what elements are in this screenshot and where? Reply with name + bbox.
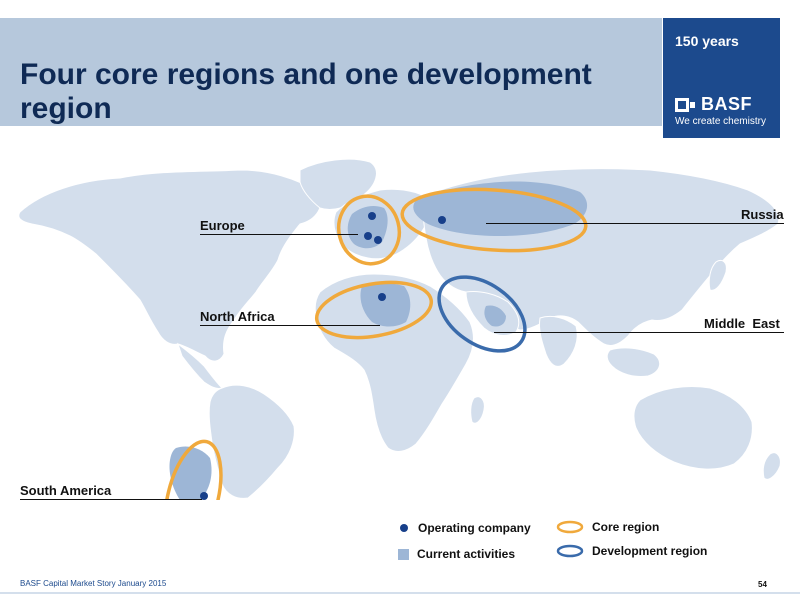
logo-mark-icon bbox=[675, 97, 695, 112]
label-middle-east: Middle East bbox=[704, 316, 780, 331]
india-landmass bbox=[539, 315, 578, 367]
operating-company-dot bbox=[378, 293, 386, 301]
north-america-landmass bbox=[18, 169, 322, 362]
dot-icon bbox=[400, 524, 408, 532]
world-map bbox=[18, 158, 781, 500]
operating-company-dot bbox=[368, 212, 376, 220]
shaded-square-icon bbox=[398, 548, 409, 560]
brand-tagline: We create chemistry bbox=[675, 116, 766, 127]
leader-line-middle-east bbox=[494, 332, 784, 333]
operating-company-dot bbox=[438, 216, 446, 224]
madagascar-landmass bbox=[470, 396, 485, 424]
label-russia: Russia bbox=[741, 207, 784, 222]
footer-source: BASF Capital Market Story January 2015 bbox=[20, 579, 167, 588]
new-zealand-landmass bbox=[762, 452, 781, 480]
legend-development-region-label: Development region bbox=[592, 544, 708, 558]
map-legend: Operating company Current activities Cor… bbox=[388, 515, 718, 567]
label-south-america: South America bbox=[20, 483, 112, 498]
legend-core-region: Core region bbox=[556, 520, 659, 534]
legend-current-activities-label: Current activities bbox=[417, 547, 516, 561]
legend-core-region-label: Core region bbox=[592, 520, 660, 534]
page-title: Four core regions and one development re… bbox=[20, 58, 592, 125]
label-north-africa: North Africa bbox=[200, 309, 275, 324]
leader-line-south-america bbox=[20, 499, 202, 500]
logo-text: BASF bbox=[701, 94, 752, 114]
leader-line-europe bbox=[200, 234, 358, 235]
australia-landmass bbox=[633, 386, 753, 470]
orange-ring-icon bbox=[556, 520, 584, 534]
southeast-asia-landmass bbox=[606, 347, 661, 377]
page-number: 54 bbox=[758, 580, 767, 589]
operating-company-dot bbox=[374, 236, 382, 244]
operating-company-dot bbox=[364, 232, 372, 240]
legend-operating-company-label: Operating company bbox=[418, 521, 531, 535]
footer-divider bbox=[0, 592, 800, 594]
blue-ring-icon bbox=[556, 544, 584, 558]
leader-line-russia bbox=[486, 223, 784, 224]
brand-box: 150 years BASF We create chemistry bbox=[663, 18, 780, 138]
label-europe: Europe bbox=[200, 218, 245, 233]
legend-current-activities: Current activities bbox=[398, 547, 515, 561]
basf-logo: BASF bbox=[675, 94, 752, 115]
anniversary-label: 150 years bbox=[675, 33, 739, 49]
legend-operating-company: Operating company bbox=[400, 521, 531, 535]
legend-development-region: Development region bbox=[556, 544, 707, 558]
leader-line-north-africa bbox=[200, 325, 380, 326]
